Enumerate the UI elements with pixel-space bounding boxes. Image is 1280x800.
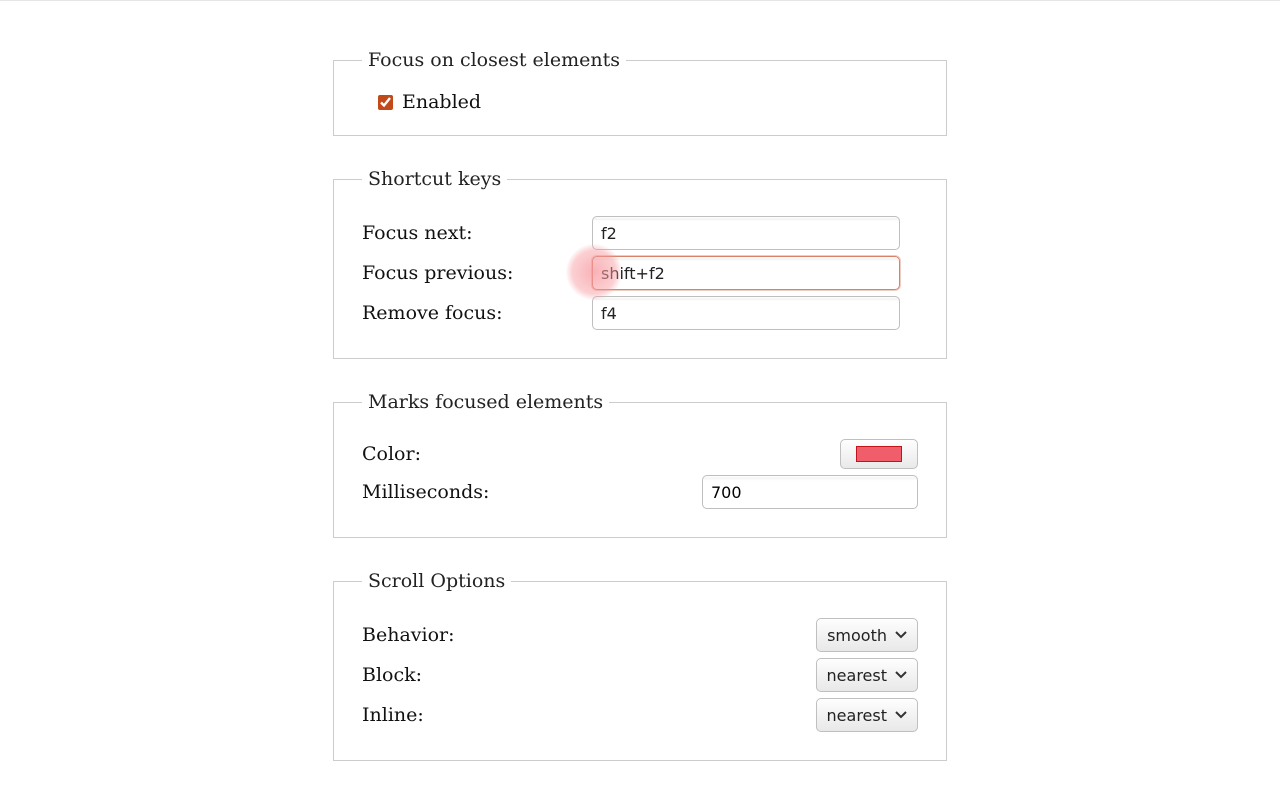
milliseconds-label: Milliseconds: bbox=[362, 481, 592, 503]
behavior-select[interactable]: smooth bbox=[816, 618, 918, 652]
shortcut-keys-fieldset: Shortcut keys Focus next: Focus previous… bbox=[333, 168, 947, 359]
marks-fieldset: Marks focused elements Color: Millisecon… bbox=[333, 391, 947, 538]
focus-previous-label: Focus previous: bbox=[362, 262, 592, 284]
remove-focus-label: Remove focus: bbox=[362, 302, 592, 324]
focus-closest-fieldset: Focus on closest elements Enabled bbox=[333, 49, 947, 136]
chevron-down-icon bbox=[895, 671, 907, 679]
chevron-down-icon bbox=[895, 711, 907, 719]
focus-closest-legend: Focus on closest elements bbox=[362, 49, 626, 71]
focus-previous-input[interactable] bbox=[592, 256, 900, 290]
marks-legend: Marks focused elements bbox=[362, 391, 609, 413]
scroll-options-legend: Scroll Options bbox=[362, 570, 511, 592]
focus-next-input[interactable] bbox=[592, 216, 900, 250]
chevron-down-icon bbox=[895, 631, 907, 639]
shortcut-keys-legend: Shortcut keys bbox=[362, 168, 507, 190]
block-value: nearest bbox=[827, 666, 887, 685]
milliseconds-input[interactable] bbox=[703, 476, 918, 508]
inline-value: nearest bbox=[827, 706, 887, 725]
focus-next-label: Focus next: bbox=[362, 222, 592, 244]
block-select[interactable]: nearest bbox=[816, 658, 918, 692]
block-label: Block: bbox=[362, 664, 592, 686]
color-picker-button[interactable] bbox=[840, 439, 918, 469]
color-swatch-icon bbox=[856, 446, 902, 462]
inline-select[interactable]: nearest bbox=[816, 698, 918, 732]
enabled-label: Enabled bbox=[402, 91, 481, 113]
enabled-checkbox[interactable] bbox=[378, 95, 393, 110]
behavior-value: smooth bbox=[827, 626, 887, 645]
inline-label: Inline: bbox=[362, 704, 592, 726]
behavior-label: Behavior: bbox=[362, 624, 592, 646]
color-label: Color: bbox=[362, 443, 592, 465]
remove-focus-input[interactable] bbox=[592, 296, 900, 330]
milliseconds-spinner[interactable] bbox=[702, 475, 918, 509]
scroll-options-fieldset: Scroll Options Behavior: smooth Block: n… bbox=[333, 570, 947, 761]
